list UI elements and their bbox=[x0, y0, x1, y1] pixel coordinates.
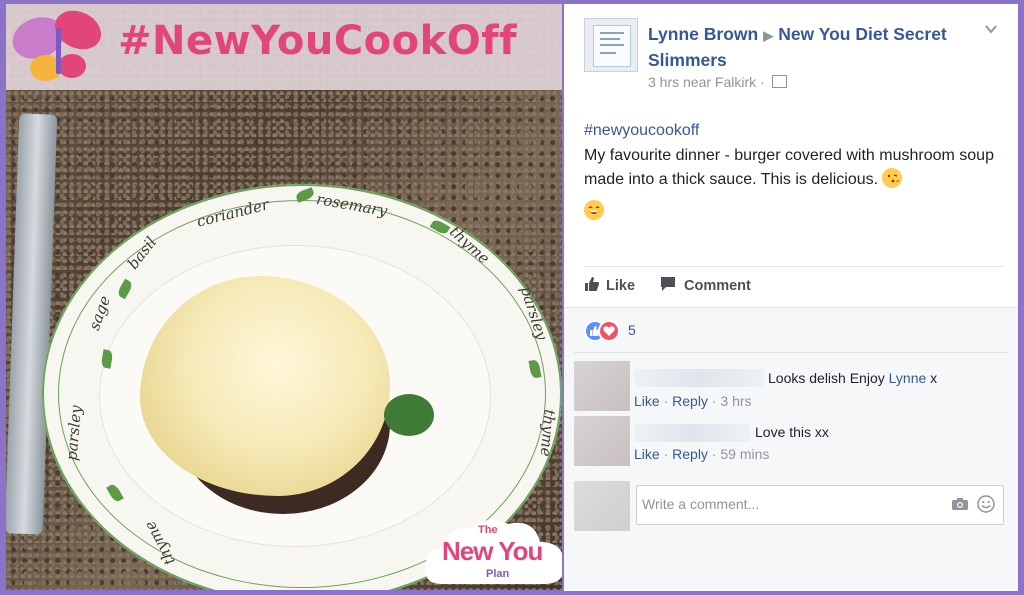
comment-text: Love this xx bbox=[755, 424, 829, 440]
comment-meta: Like · Reply · 59 mins bbox=[634, 446, 770, 462]
food-photo: coriander rosemary thyme parsley thyme b… bbox=[6, 4, 562, 590]
doc-line bbox=[600, 38, 620, 40]
comment-text: Looks delish Enjoy Lynne x bbox=[768, 370, 937, 386]
logo-wordmark: New You bbox=[442, 536, 543, 566]
comment-meta: Like · Reply · 3 hrs bbox=[634, 393, 752, 409]
audience-icon[interactable] bbox=[771, 75, 787, 88]
comment-input[interactable]: Write a comment... bbox=[636, 485, 1004, 525]
doc-line bbox=[600, 32, 624, 34]
post-body: My favourite dinner - burger covered wit… bbox=[584, 144, 1008, 220]
commenter-name-redacted[interactable] bbox=[634, 369, 764, 387]
document-thumbnail bbox=[593, 25, 631, 67]
comments-section bbox=[564, 307, 1018, 591]
divider bbox=[584, 266, 1004, 267]
author-name[interactable]: Lynne Brown bbox=[648, 24, 758, 44]
banner-hashtag: #NewYouCookOff bbox=[118, 18, 518, 64]
post-text: My favourite dinner - burger covered wit… bbox=[584, 147, 994, 188]
comment-icon bbox=[661, 277, 675, 291]
mushroom-sauce bbox=[140, 276, 390, 496]
post-header: Lynne Brown ▶ New You Diet Secret Slimmers bbox=[648, 22, 988, 72]
emoji-picker-icon[interactable] bbox=[977, 495, 995, 513]
comment-time[interactable]: 3 hrs bbox=[720, 393, 751, 409]
divider bbox=[574, 352, 1008, 353]
comment-like-link[interactable]: Like bbox=[634, 393, 660, 409]
author-avatar[interactable] bbox=[584, 18, 638, 72]
grin-emoji-icon bbox=[584, 200, 604, 220]
reaction-count[interactable]: 5 bbox=[628, 322, 636, 338]
thumbs-up-icon bbox=[585, 277, 599, 291]
comment-body: Looks delish Enjoy bbox=[768, 370, 885, 386]
mint-leaf bbox=[384, 394, 434, 436]
post-hashtag[interactable]: #newyoucookoff bbox=[584, 122, 699, 140]
commenter-avatar[interactable] bbox=[574, 416, 630, 466]
like-button[interactable]: Like bbox=[584, 276, 635, 294]
comment-button[interactable]: Comment bbox=[660, 276, 751, 294]
comment-placeholder: Write a comment... bbox=[642, 496, 760, 512]
triangle-right-icon: ▶ bbox=[763, 28, 774, 43]
doc-line bbox=[600, 44, 624, 46]
facebook-post: Lynne Brown ▶ New You Diet Secret Slimmers… bbox=[564, 4, 1018, 591]
hashtag-banner: #NewYouCookOff bbox=[6, 4, 562, 90]
camera-icon[interactable] bbox=[951, 497, 969, 511]
separator: · bbox=[756, 74, 769, 90]
kiss-emoji-icon bbox=[882, 168, 903, 188]
new-you-plan-logo: The New You Plan bbox=[422, 514, 562, 590]
comment-suffix: x bbox=[930, 370, 938, 386]
post-meta: 3 hrs near Falkirk · bbox=[648, 74, 787, 90]
comment-mention[interactable]: Lynne bbox=[889, 370, 927, 386]
like-label: Like bbox=[606, 278, 636, 294]
comment-reply-link[interactable]: Reply bbox=[672, 393, 708, 409]
love-reaction-icon bbox=[598, 320, 620, 342]
commenter-name-redacted[interactable] bbox=[634, 424, 750, 442]
logo-the: The bbox=[478, 524, 498, 536]
comment-time[interactable]: 59 mins bbox=[720, 446, 769, 462]
comment-like-link[interactable]: Like bbox=[634, 446, 660, 462]
image-frame: coriander rosemary thyme parsley thyme b… bbox=[0, 0, 1024, 595]
doc-line bbox=[600, 52, 616, 54]
chevron-down-icon[interactable] bbox=[984, 22, 998, 36]
comment-label: Comment bbox=[684, 278, 751, 294]
post-time-location[interactable]: 3 hrs near Falkirk bbox=[648, 74, 756, 90]
logo-plan: Plan bbox=[486, 568, 510, 580]
commenter-avatar[interactable] bbox=[574, 361, 630, 411]
butterfly-icon bbox=[12, 10, 102, 81]
viewer-avatar bbox=[574, 481, 630, 531]
comment-reply-link[interactable]: Reply bbox=[672, 446, 708, 462]
